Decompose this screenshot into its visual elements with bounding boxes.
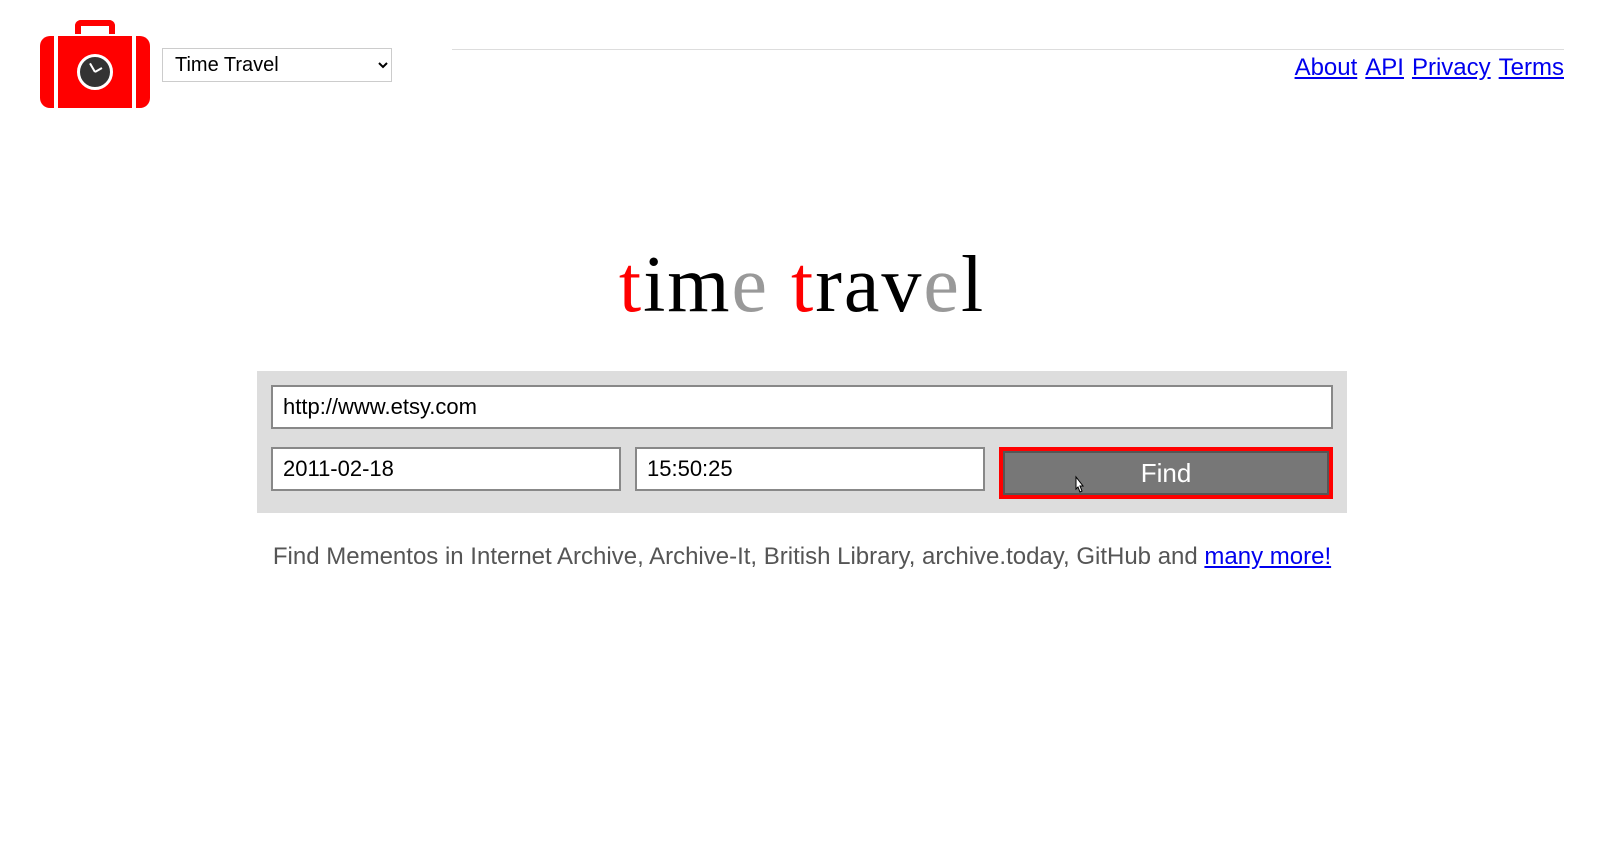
title-t1: t xyxy=(619,241,643,329)
clock-icon xyxy=(77,54,113,90)
header-links: About API Privacy Terms xyxy=(452,49,1564,82)
title-e2: e xyxy=(923,241,961,329)
find-button[interactable]: Find xyxy=(1003,451,1329,495)
logo-suitcase-icon[interactable] xyxy=(40,20,150,110)
find-button-highlight: Find xyxy=(999,447,1333,499)
title-e1: e xyxy=(732,241,770,329)
about-link[interactable]: About xyxy=(1295,54,1358,82)
terms-link[interactable]: Terms xyxy=(1499,54,1564,82)
time-input[interactable] xyxy=(635,447,985,491)
header: Time Travel About API Privacy Terms xyxy=(0,0,1604,120)
title-im: im xyxy=(643,241,731,329)
header-left: Time Travel xyxy=(40,20,392,110)
privacy-link[interactable]: Privacy xyxy=(1412,54,1491,82)
many-more-link[interactable]: many more! xyxy=(1204,543,1331,570)
api-link[interactable]: API xyxy=(1365,54,1404,82)
service-dropdown[interactable]: Time Travel xyxy=(162,48,392,82)
date-input[interactable] xyxy=(271,447,621,491)
form-row-2: Find xyxy=(271,447,1333,499)
page-title: time travel xyxy=(0,240,1604,331)
tagline-text: Find Mementos in Internet Archive, Archi… xyxy=(273,543,1205,570)
title-l: l xyxy=(961,241,985,329)
title-rav: rav xyxy=(815,241,923,329)
url-input[interactable] xyxy=(271,385,1333,429)
tagline: Find Mementos in Internet Archive, Archi… xyxy=(0,543,1604,571)
title-t2: t xyxy=(791,241,815,329)
search-form: Find xyxy=(257,371,1347,513)
